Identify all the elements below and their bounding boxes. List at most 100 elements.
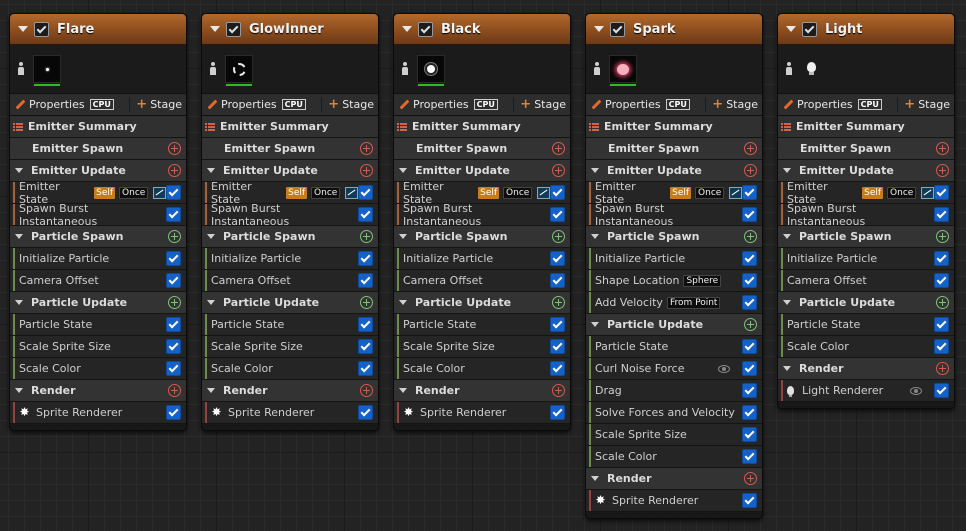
add-module-icon[interactable] [168, 142, 181, 155]
module-row[interactable]: Drag [586, 380, 762, 402]
add-module-icon[interactable] [552, 230, 565, 243]
module-enable-checkbox[interactable] [742, 207, 757, 222]
collapse-arrow-icon[interactable] [207, 168, 215, 173]
module-row[interactable]: Spawn Burst Instantaneous [778, 202, 954, 228]
eye-icon[interactable] [910, 386, 922, 395]
properties-row[interactable]: Properties CPU + Stage [778, 94, 954, 116]
module-enable-checkbox[interactable] [550, 185, 565, 200]
add-module-icon[interactable] [936, 164, 949, 177]
module-enable-checkbox[interactable] [166, 405, 181, 420]
module-row[interactable]: Scale Color [394, 358, 570, 380]
collapse-arrow-icon[interactable] [783, 168, 791, 173]
group-particle-update[interactable]: Particle Update [586, 314, 762, 336]
module-enable-checkbox[interactable] [550, 207, 565, 222]
module-row[interactable]: Scale Color [778, 336, 954, 358]
emitter-enable-checkbox[interactable] [610, 21, 625, 37]
module-enable-checkbox[interactable] [550, 273, 565, 288]
module-row[interactable]: Solve Forces and Velocity [586, 402, 762, 424]
group-particle-update[interactable]: Particle Update [10, 292, 186, 314]
group-particle-spawn[interactable]: Particle Spawn [202, 226, 378, 248]
module-enable-checkbox[interactable] [166, 361, 181, 376]
group-particle-update[interactable]: Particle Update [202, 292, 378, 314]
module-row[interactable]: Scale Color [202, 358, 378, 380]
module-enable-checkbox[interactable] [934, 383, 949, 398]
collapse-caret-icon[interactable] [210, 26, 220, 32]
group-emitter-spawn[interactable]: Emitter Spawn [394, 138, 570, 160]
collapse-arrow-icon[interactable] [207, 234, 215, 239]
collapse-arrow-icon[interactable] [399, 300, 407, 305]
module-enable-checkbox[interactable] [358, 207, 373, 222]
module-enable-checkbox[interactable] [742, 361, 757, 376]
collapse-arrow-icon[interactable] [399, 234, 407, 239]
module-row[interactable]: Initialize Particle [586, 248, 762, 270]
scalability-person-icon[interactable] [592, 62, 602, 76]
emitter-summary[interactable]: Emitter Summary [202, 116, 378, 138]
emitter-header[interactable]: Black [394, 14, 570, 45]
properties-row[interactable]: Properties CPU + Stage [586, 94, 762, 116]
add-stage-button[interactable]: + Stage [321, 97, 374, 112]
collapse-caret-icon[interactable] [402, 26, 412, 32]
emitter-summary[interactable]: Emitter Summary [778, 116, 954, 138]
collapse-arrow-icon[interactable] [207, 300, 215, 305]
module-row[interactable]: Spawn Burst Instantaneous [586, 202, 762, 228]
emitter-thumbnail[interactable] [609, 55, 637, 86]
module-row[interactable]: Light Renderer [778, 380, 954, 402]
curve-icon[interactable] [153, 186, 166, 199]
module-enable-checkbox[interactable] [358, 251, 373, 266]
group-emitter-spawn[interactable]: Emitter Spawn [586, 138, 762, 160]
module-enable-checkbox[interactable] [166, 251, 181, 266]
collapse-arrow-icon[interactable] [591, 322, 599, 327]
emitter-header[interactable]: Spark [586, 14, 762, 45]
module-row[interactable]: ✸ Sprite Renderer [586, 490, 762, 512]
group-particle-spawn[interactable]: Particle Spawn [778, 226, 954, 248]
add-module-icon[interactable] [744, 318, 757, 331]
collapse-arrow-icon[interactable] [783, 300, 791, 305]
emitter-header[interactable]: Light [778, 14, 954, 45]
add-stage-button[interactable]: + Stage [513, 97, 566, 112]
emitter-summary[interactable]: Emitter Summary [394, 116, 570, 138]
add-module-icon[interactable] [360, 164, 373, 177]
add-module-icon[interactable] [936, 142, 949, 155]
add-module-icon[interactable] [360, 384, 373, 397]
module-row[interactable]: Spawn Burst Instantaneous [202, 202, 378, 228]
emitter-thumbnail[interactable] [33, 55, 61, 86]
module-enable-checkbox[interactable] [550, 251, 565, 266]
module-enable-checkbox[interactable] [934, 251, 949, 266]
curve-icon[interactable] [345, 186, 358, 199]
curve-icon[interactable] [921, 186, 934, 199]
emitter-enable-checkbox[interactable] [418, 21, 433, 37]
module-enable-checkbox[interactable] [358, 339, 373, 354]
module-row[interactable]: Spawn Burst Instantaneous [394, 202, 570, 228]
curve-icon[interactable] [729, 186, 742, 199]
emitter-node[interactable]: Light Properties CPU + Stage Emitter Summary E… [777, 13, 955, 409]
add-module-icon[interactable] [168, 230, 181, 243]
scalability-person-icon[interactable] [784, 62, 794, 76]
emitter-thumbnail[interactable] [417, 55, 445, 86]
collapse-arrow-icon[interactable] [207, 388, 215, 393]
add-module-icon[interactable] [360, 142, 373, 155]
group-render[interactable]: Render [202, 380, 378, 402]
emitter-thumbnail[interactable] [225, 55, 253, 86]
module-enable-checkbox[interactable] [550, 339, 565, 354]
module-row[interactable]: Camera Offset [394, 270, 570, 292]
collapse-arrow-icon[interactable] [15, 300, 23, 305]
properties-row[interactable]: Properties CPU + Stage [202, 94, 378, 116]
collapse-arrow-icon[interactable] [591, 168, 599, 173]
emitter-enable-checkbox[interactable] [802, 21, 817, 37]
emitter-thumbnail[interactable] [801, 59, 821, 79]
module-row[interactable]: Particle State [10, 314, 186, 336]
properties-row[interactable]: Properties CPU + Stage [10, 94, 186, 116]
module-row[interactable]: Particle State [202, 314, 378, 336]
module-row[interactable]: Shape Location Sphere [586, 270, 762, 292]
group-particle-update[interactable]: Particle Update [778, 292, 954, 314]
module-enable-checkbox[interactable] [742, 251, 757, 266]
module-enable-checkbox[interactable] [742, 383, 757, 398]
add-module-icon[interactable] [744, 230, 757, 243]
add-stage-button[interactable]: + Stage [705, 97, 758, 112]
module-row[interactable]: Initialize Particle [10, 248, 186, 270]
add-stage-button[interactable]: + Stage [897, 97, 950, 112]
module-row[interactable]: Spawn Burst Instantaneous [10, 202, 186, 228]
collapse-arrow-icon[interactable] [399, 168, 407, 173]
module-enable-checkbox[interactable] [358, 317, 373, 332]
group-emitter-spawn[interactable]: Emitter Spawn [778, 138, 954, 160]
